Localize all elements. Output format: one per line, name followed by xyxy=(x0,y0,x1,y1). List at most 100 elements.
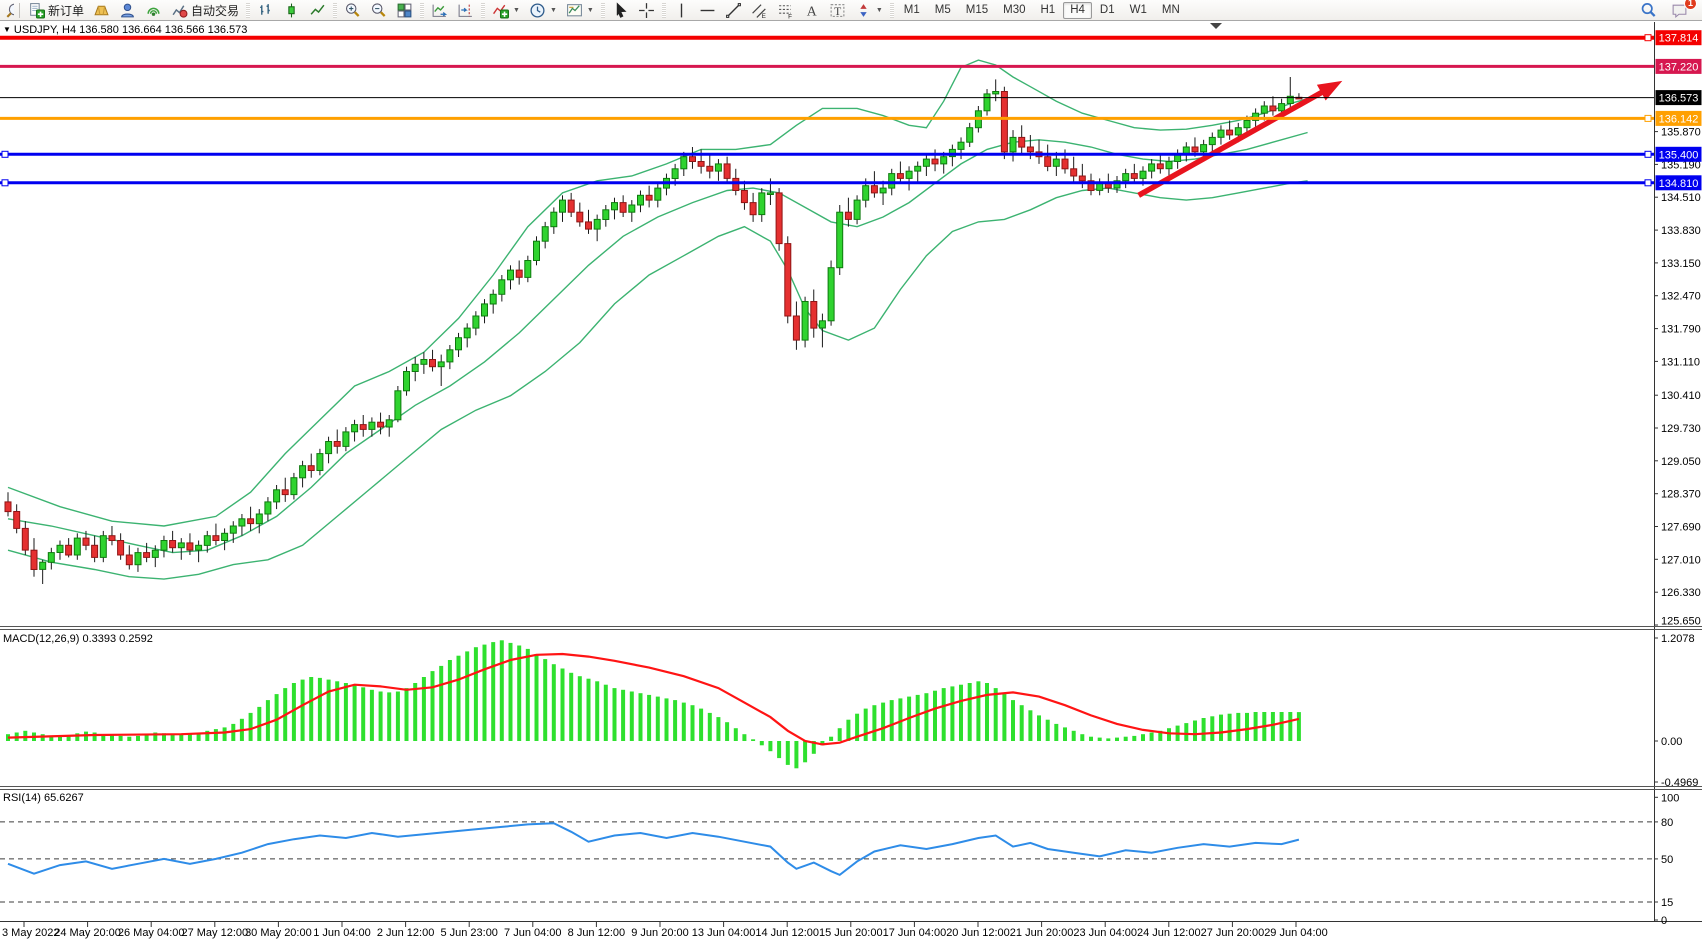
zoom-in-button[interactable] xyxy=(340,1,365,20)
autotrade-button[interactable]: 自动交易 xyxy=(167,1,243,20)
tile-windows-button[interactable] xyxy=(392,1,417,20)
macd-tick-label: 0.00 xyxy=(1661,736,1682,748)
line-chart-button[interactable] xyxy=(305,1,330,20)
candle-body xyxy=(603,210,609,220)
channel-icon: E xyxy=(751,2,768,19)
candle-body xyxy=(534,241,540,260)
level-line-handle[interactable] xyxy=(2,151,8,157)
candlestick-chart-button[interactable] xyxy=(279,1,304,20)
candle-body xyxy=(1062,159,1068,169)
macd-histogram-bar xyxy=(1072,731,1076,741)
new-order-button[interactable]: 新订单 xyxy=(24,1,88,20)
macd-histogram-bar xyxy=(552,664,556,741)
date-label: 23 Jun 04:00 xyxy=(1073,927,1137,939)
zoom-out-button[interactable] xyxy=(366,1,391,20)
level-line-handle[interactable] xyxy=(2,180,8,186)
cursor-button[interactable] xyxy=(608,1,633,20)
candle-body xyxy=(707,166,713,171)
community-button[interactable] xyxy=(115,1,140,20)
candle-body xyxy=(248,519,254,524)
candle-body xyxy=(334,442,340,447)
date-label: 29 Jun 04:00 xyxy=(1264,927,1328,939)
indicators-button[interactable]: ▼ xyxy=(488,1,524,20)
market-button[interactable] xyxy=(89,1,114,20)
macd-tick-label: 1.2078 xyxy=(1661,633,1695,645)
candle-body xyxy=(144,553,150,558)
candle-body xyxy=(1001,92,1007,152)
macd-histogram-bar xyxy=(872,705,876,741)
fibonacci-button[interactable]: F xyxy=(773,1,798,20)
auto-scroll-button[interactable] xyxy=(427,1,452,20)
equidistant-channel-button[interactable]: E xyxy=(747,1,772,20)
templates-button[interactable]: ▼ xyxy=(562,1,598,20)
level-line-handle[interactable] xyxy=(1645,180,1651,186)
macd-histogram-bar xyxy=(1054,724,1058,741)
notifications-button[interactable]: 1 xyxy=(1667,0,1692,21)
level-line-handle[interactable] xyxy=(1645,151,1651,157)
timeframe-d1-button[interactable]: D1 xyxy=(1093,2,1122,19)
macd-histogram-bar xyxy=(1271,712,1275,741)
date-label: 27 Jun 20:00 xyxy=(1201,927,1265,939)
candle-body xyxy=(681,157,687,169)
macd-histogram-bar xyxy=(457,656,461,741)
crosshair-button[interactable] xyxy=(634,1,659,20)
price-tick-label: 135.870 xyxy=(1661,127,1701,139)
candle-body xyxy=(74,538,80,555)
chart-title-text: USDJPY, H4 136.580 136.664 136.566 136.5… xyxy=(14,24,247,36)
macd-histogram-bar xyxy=(136,736,140,741)
candle-body xyxy=(66,545,72,555)
candle-body xyxy=(785,244,791,316)
macd-histogram-bar xyxy=(1141,734,1145,741)
horizontal-line-icon xyxy=(699,2,716,19)
price-badge-label: 137.814 xyxy=(1659,33,1699,45)
chart-shift-button[interactable] xyxy=(453,1,478,20)
timeframe-w1-button[interactable]: W1 xyxy=(1123,2,1154,19)
macd-histogram-bar xyxy=(1280,712,1284,741)
svg-text:E: E xyxy=(761,12,765,18)
candle-body xyxy=(31,550,37,569)
timeframe-h4-button[interactable]: H4 xyxy=(1063,2,1092,19)
candle-body xyxy=(135,553,141,565)
arrows-shapes-button[interactable]: ▼ xyxy=(851,1,887,20)
macd-histogram-bar xyxy=(621,690,625,741)
text-button[interactable]: A xyxy=(799,1,824,20)
timeframe-m5-button[interactable]: M5 xyxy=(928,2,958,19)
level-line-handle[interactable] xyxy=(1645,35,1651,41)
candle-body xyxy=(430,360,436,367)
macd-histogram-bar xyxy=(179,735,183,741)
macd-histogram-bar xyxy=(500,640,504,741)
rsi-tick-label: 50 xyxy=(1661,854,1673,866)
candle-body xyxy=(161,541,167,551)
signals-button[interactable] xyxy=(141,1,166,20)
timeframe-m30-button[interactable]: M30 xyxy=(996,2,1032,19)
level-line-handle[interactable] xyxy=(1645,115,1651,121)
bar-chart-button[interactable] xyxy=(253,1,278,20)
macd-histogram-bar xyxy=(846,720,850,741)
rsi-tick-label: 80 xyxy=(1661,817,1673,829)
tile-windows-icon xyxy=(396,2,413,19)
macd-histogram-bar xyxy=(1297,712,1301,741)
candle-body xyxy=(213,536,219,541)
text-label-button[interactable]: T xyxy=(825,1,850,20)
search-button[interactable] xyxy=(1636,1,1661,20)
candle-body xyxy=(456,338,462,350)
candle-body xyxy=(1123,174,1129,181)
candle-body xyxy=(967,128,973,143)
macd-histogram-bar xyxy=(214,729,218,741)
timeframe-m1-button[interactable]: M1 xyxy=(897,2,927,19)
macd-histogram-bar xyxy=(976,681,980,741)
periods-button[interactable]: ▼ xyxy=(525,1,561,20)
candle-body xyxy=(698,162,704,167)
vertical-line-button[interactable] xyxy=(669,1,694,20)
timeframe-h1-button[interactable]: H1 xyxy=(1034,2,1063,19)
candle-body xyxy=(57,545,63,552)
macd-histogram-bar xyxy=(517,646,521,742)
timeframe-m15-button[interactable]: M15 xyxy=(959,2,995,19)
toolbar-grip xyxy=(420,3,424,18)
timeframe-mn-button[interactable]: MN xyxy=(1155,2,1187,19)
toolbar-grip xyxy=(662,3,666,18)
indicators-icon xyxy=(492,2,509,19)
trendline-button[interactable] xyxy=(721,1,746,20)
horizontal-line-button[interactable] xyxy=(695,1,720,20)
clipped-edge-button[interactable] xyxy=(1,0,15,21)
